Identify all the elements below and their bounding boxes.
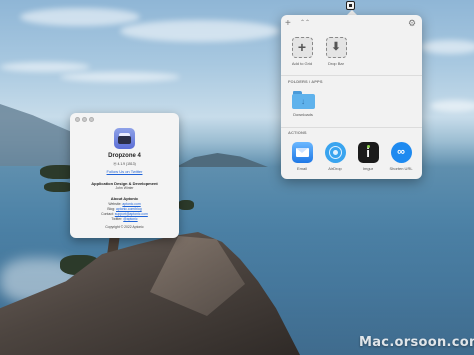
follow-twitter-link[interactable]: Follow Us on Twitter	[107, 169, 143, 174]
add-to-grid-label: Add to Grid	[291, 61, 313, 66]
gear-icon[interactable]: ⚙	[408, 19, 416, 28]
downloads-folder-icon: ↓	[291, 91, 315, 109]
twitter-link[interactable]: @aptonic	[123, 217, 137, 221]
downloads-label: Downloads	[293, 112, 313, 117]
cloud	[420, 40, 474, 54]
section-divider	[281, 127, 422, 128]
action-airdrop-label: AirDrop	[328, 166, 342, 171]
zoom-button[interactable]	[89, 117, 94, 122]
panel-toolbar: + ⌃⌃ ⚙	[281, 15, 422, 32]
action-email-label: Email	[296, 166, 307, 171]
copyright-text: Copyright © 2022 Aptonic	[105, 225, 144, 229]
distant-island	[176, 153, 268, 167]
folders-apps-heading: FOLDERS / APPS	[288, 79, 323, 84]
cloud	[60, 72, 180, 82]
blog-label: Blog:	[107, 207, 116, 211]
developer-name: John Winter	[115, 186, 134, 190]
action-shorten-url-label: Shorten URL	[389, 166, 413, 171]
close-button[interactable]	[75, 117, 80, 122]
action-airdrop[interactable]: AirDrop	[321, 142, 349, 171]
downloads-folder-item[interactable]: ↓ Downloads	[289, 91, 317, 117]
cloud	[20, 8, 140, 26]
action-shorten-url[interactable]: ∞ Shorten URL	[387, 142, 415, 171]
dropzone-menubar-icon[interactable]	[346, 1, 355, 10]
actions-heading: ACTIONS	[288, 130, 307, 135]
drop-bar-button[interactable]: ⬇ Drop Bar	[322, 37, 350, 66]
envelope-shape	[295, 148, 309, 157]
contact-label: Contact:	[101, 212, 114, 216]
blog-link[interactable]: aptonic.com/blog	[116, 207, 142, 211]
dropzone-app-icon	[114, 128, 135, 149]
action-imgur-label: Imgur	[362, 166, 374, 171]
twitter-row: Twitter: @aptonic	[70, 217, 179, 221]
download-arrow-icon: ⬇	[331, 41, 341, 53]
plus-icon[interactable]: +	[285, 19, 291, 29]
action-imgur[interactable]: i Imgur	[354, 142, 382, 171]
app-version: ⦿ 4.1.9 (1513)	[113, 162, 136, 166]
minimize-button[interactable]	[82, 117, 87, 122]
app-icon-detail	[118, 136, 131, 144]
imgur-dot	[366, 145, 370, 148]
dropzone-panel: + ⌃⌃ ⚙ + Add to Grid ⬇ Drop Bar FOLDERS …	[281, 15, 422, 179]
website-link[interactable]: aptonic.com	[122, 202, 140, 206]
contact-link[interactable]: support@aptonic.com	[115, 212, 148, 216]
cypress-foliage	[178, 200, 194, 210]
imgur-icon: i	[357, 142, 379, 163]
airdrop-icon	[324, 142, 346, 163]
about-heading: About Aptonic	[110, 196, 139, 201]
mail-icon	[291, 142, 313, 163]
blog-row: Blog: aptonic.com/blog	[70, 207, 179, 211]
website-label: Website:	[108, 202, 122, 206]
app-name: Dropzone 4	[108, 153, 141, 159]
cloud	[430, 100, 474, 112]
drop-bar-label: Drop Bar	[327, 61, 344, 66]
add-to-grid-box: +	[291, 37, 313, 58]
twitter-label: Twitter:	[111, 217, 123, 221]
plus-icon: +	[297, 39, 307, 55]
link-glyph: ∞	[397, 146, 405, 158]
website-row: Website: aptonic.com	[70, 202, 179, 206]
airdrop-ring	[332, 150, 338, 155]
download-arrow-icon: ↓	[301, 97, 305, 106]
cloud	[120, 20, 280, 42]
drop-bar-box: ⬇	[325, 37, 347, 58]
section-divider	[281, 75, 422, 76]
about-window: Dropzone 4 ⦿ 4.1.9 (1513) Follow Us on T…	[70, 113, 179, 238]
chevron-up-icon[interactable]: ⌃⌃	[300, 20, 310, 27]
link-icon: ∞	[390, 142, 412, 163]
contact-row: Contact: support@aptonic.com	[70, 212, 179, 216]
cloud	[0, 62, 90, 72]
action-email[interactable]: Email	[288, 142, 316, 171]
watermark: Mac.orsoon.com	[359, 335, 474, 350]
add-to-grid-button[interactable]: + Add to Grid	[288, 37, 316, 66]
